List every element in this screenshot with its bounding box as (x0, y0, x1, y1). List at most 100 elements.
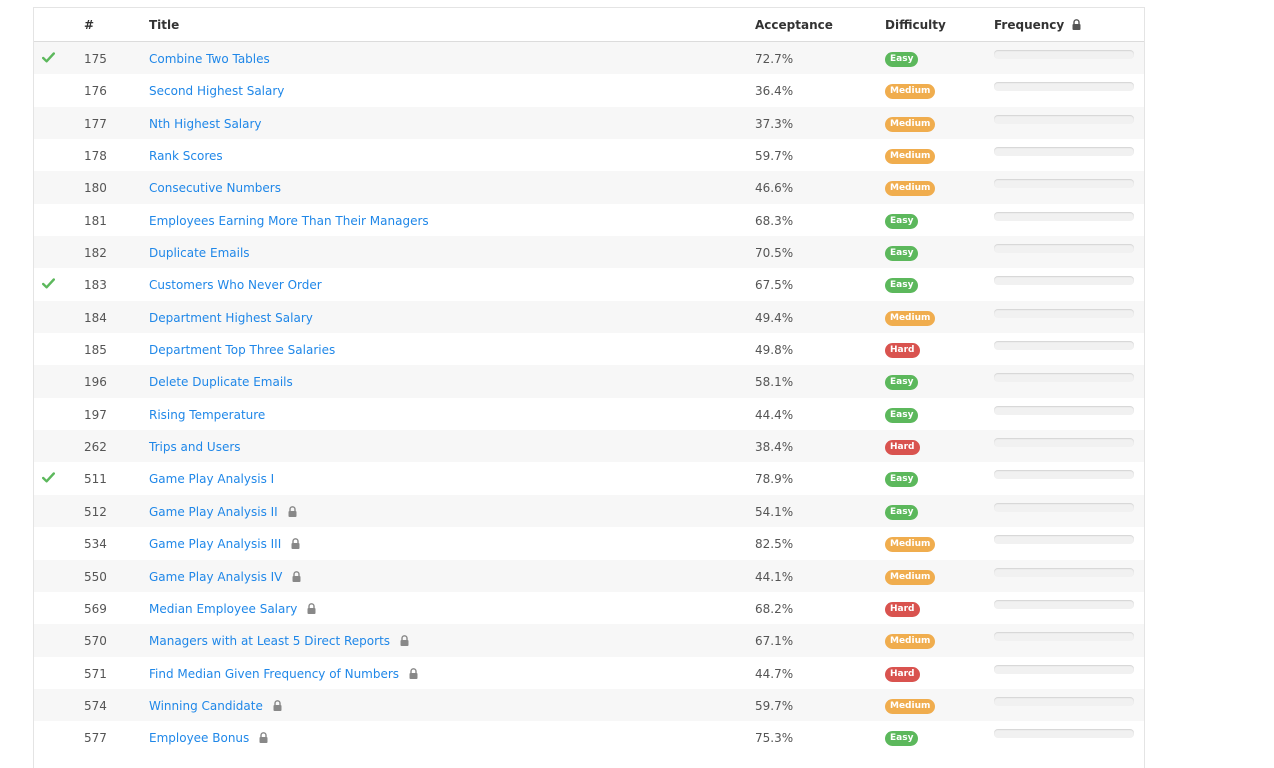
problem-title-cell: Winning Candidate (149, 699, 282, 713)
lock-icon (291, 538, 300, 550)
table-row[interactable]: 574 Winning Candidate 59.7% Medium (34, 688, 1144, 722)
frequency-bar (994, 664, 1134, 674)
problem-title-link[interactable]: Consecutive Numbers (149, 181, 281, 195)
lock-icon (288, 505, 297, 517)
problem-number: 175 (84, 52, 107, 66)
problem-title-link[interactable]: Department Top Three Salaries (149, 343, 335, 357)
problem-number: 511 (84, 472, 107, 487)
acceptance-rate: 44.1% (755, 569, 794, 584)
table-row[interactable]: 184 Department Highest Salary 49.4% Medium (34, 300, 1144, 334)
acceptance-rate: 72.7% (755, 52, 794, 66)
frequency-bar (994, 438, 1134, 448)
table-row[interactable]: 534 Game Play Analysis III 82.5% Medium (34, 527, 1144, 560)
problem-number: 571 (84, 666, 107, 681)
problem-title-link[interactable]: Customers Who Never Order (149, 278, 322, 292)
problem-title-link[interactable]: Duplicate Emails (149, 246, 250, 260)
table-row[interactable]: 182 Duplicate Emails 70.5% Easy (34, 236, 1144, 269)
difficulty-badge: Medium (885, 310, 936, 326)
problem-title-link[interactable]: Trips and Users (149, 440, 241, 454)
problem-title-link[interactable]: Rank Scores (149, 149, 223, 163)
problem-title-link[interactable]: Department Highest Salary (149, 311, 313, 325)
header-title[interactable]: Title (149, 18, 179, 32)
problem-number: 569 (84, 601, 107, 616)
lock-icon (292, 570, 301, 582)
problem-title-link[interactable]: Nth Highest Salary (149, 117, 262, 131)
problem-title-link[interactable]: Rising Temperature (149, 408, 265, 422)
table-row[interactable]: 176 Second Highest Salary 36.4% Medium (34, 74, 1144, 107)
table-row[interactable]: 571 Find Median Given Frequency of Number… (34, 656, 1144, 689)
problem-title-link[interactable]: Employees Earning More Than Their Manage… (149, 214, 429, 228)
problem-title-link[interactable]: Employee Bonus (149, 731, 249, 745)
problem-title-cell: Department Highest Salary (149, 311, 313, 325)
header-acceptance[interactable]: Acceptance (755, 18, 833, 32)
acceptance-rate: 68.2% (755, 601, 794, 616)
problem-number: 550 (84, 569, 107, 584)
table-row[interactable]: 175 Combine Two Tables 72.7% Easy (34, 42, 1144, 75)
problem-title-cell: Game Play Analysis III (149, 537, 300, 551)
frequency-bar (994, 50, 1134, 59)
table-row[interactable]: 197 Rising Temperature 44.4% Easy (34, 397, 1144, 431)
frequency-bar (994, 696, 1134, 706)
problem-title-link[interactable]: Managers with at Least 5 Direct Reports (149, 634, 390, 648)
frequency-bar (994, 632, 1134, 642)
problem-title-link[interactable]: Find Median Given Frequency of Numbers (149, 667, 399, 681)
table-row[interactable]: 577 Employee Bonus 75.3% Easy (34, 721, 1144, 754)
lock-icon (273, 699, 282, 711)
table-row[interactable]: 177 Nth Highest Salary 37.3% Medium (34, 106, 1144, 140)
problem-title-link[interactable]: Median Employee Salary (149, 602, 297, 616)
header-num[interactable]: # (84, 18, 94, 32)
problem-number: 512 (84, 504, 107, 519)
table-row[interactable]: 180 Consecutive Numbers 46.6% Medium (34, 171, 1144, 204)
frequency-bar (994, 244, 1134, 254)
acceptance-rate: 67.5% (755, 278, 794, 293)
acceptance-rate: 59.7% (755, 149, 794, 164)
acceptance-rate: 70.5% (755, 246, 794, 261)
frequency-bar (994, 308, 1134, 318)
problem-title-cell: Rising Temperature (149, 408, 265, 422)
table-row[interactable]: 178 Rank Scores 59.7% Medium (34, 139, 1144, 172)
acceptance-rate: 67.1% (755, 634, 794, 649)
check-icon (42, 472, 56, 484)
difficulty-badge: Medium (885, 698, 936, 714)
acceptance-rate: 59.7% (755, 698, 794, 713)
problem-number: 196 (84, 375, 107, 390)
problem-title-cell: Department Top Three Salaries (149, 343, 335, 357)
problem-title-cell: Combine Two Tables (149, 52, 270, 66)
frequency-bar (994, 599, 1134, 609)
problem-number: 570 (84, 634, 107, 649)
problem-title-link[interactable]: Game Play Analysis II (149, 505, 278, 519)
table-row[interactable]: 512 Game Play Analysis II 54.1% Easy (34, 494, 1144, 528)
acceptance-rate: 44.4% (755, 407, 794, 422)
problem-number: 262 (84, 440, 107, 455)
problem-title-link[interactable]: Combine Two Tables (149, 52, 270, 66)
table-row[interactable]: 185 Department Top Three Salaries 49.8% Har… (34, 333, 1144, 366)
table-row[interactable]: 550 Game Play Analysis IV 44.1% Medium (34, 559, 1144, 592)
table-row[interactable]: 570 Managers with at Least 5 Direct Repor… (34, 624, 1144, 657)
problem-title-link[interactable]: Second Highest Salary (149, 84, 284, 98)
problem-title-cell: Duplicate Emails (149, 246, 250, 260)
table-header: # Title Acceptance Difficulty Frequency (34, 8, 1144, 42)
lock-icon (400, 635, 409, 647)
difficulty-badge: Easy (885, 213, 919, 229)
problem-title-link[interactable]: Game Play Analysis IV (149, 570, 282, 584)
problem-title-link[interactable]: Winning Candidate (149, 699, 263, 713)
header-difficulty[interactable]: Difficulty (885, 18, 946, 32)
frequency-bar (994, 502, 1134, 512)
table-row[interactable]: 181 Employees Earning More Than Their Man… (34, 203, 1144, 237)
table-row[interactable]: 196 Delete Duplicate Emails 58.1% Easy (34, 365, 1144, 398)
table-row[interactable]: 262 Trips and Users 38.4% Hard (34, 430, 1144, 463)
table-row[interactable]: 569 Median Employee Salary 68.2% Hard (34, 591, 1144, 625)
check-icon (42, 52, 56, 64)
difficulty-badge: Easy (885, 504, 919, 520)
lock-icon (1072, 19, 1081, 30)
table-row[interactable]: 511 Game Play Analysis I 78.9% Easy (34, 462, 1144, 495)
table-row[interactable]: 183 Customers Who Never Order 67.5% Easy (34, 268, 1144, 301)
acceptance-rate: 44.7% (755, 666, 794, 681)
problem-title-link[interactable]: Delete Duplicate Emails (149, 375, 293, 389)
header-frequency[interactable]: Frequency (994, 18, 1081, 32)
difficulty-badge: Hard (885, 601, 920, 617)
problem-title-link[interactable]: Game Play Analysis I (149, 472, 274, 486)
problem-title-link[interactable]: Game Play Analysis III (149, 537, 281, 551)
acceptance-rate: 68.3% (755, 213, 794, 228)
problem-number: 184 (84, 310, 107, 325)
